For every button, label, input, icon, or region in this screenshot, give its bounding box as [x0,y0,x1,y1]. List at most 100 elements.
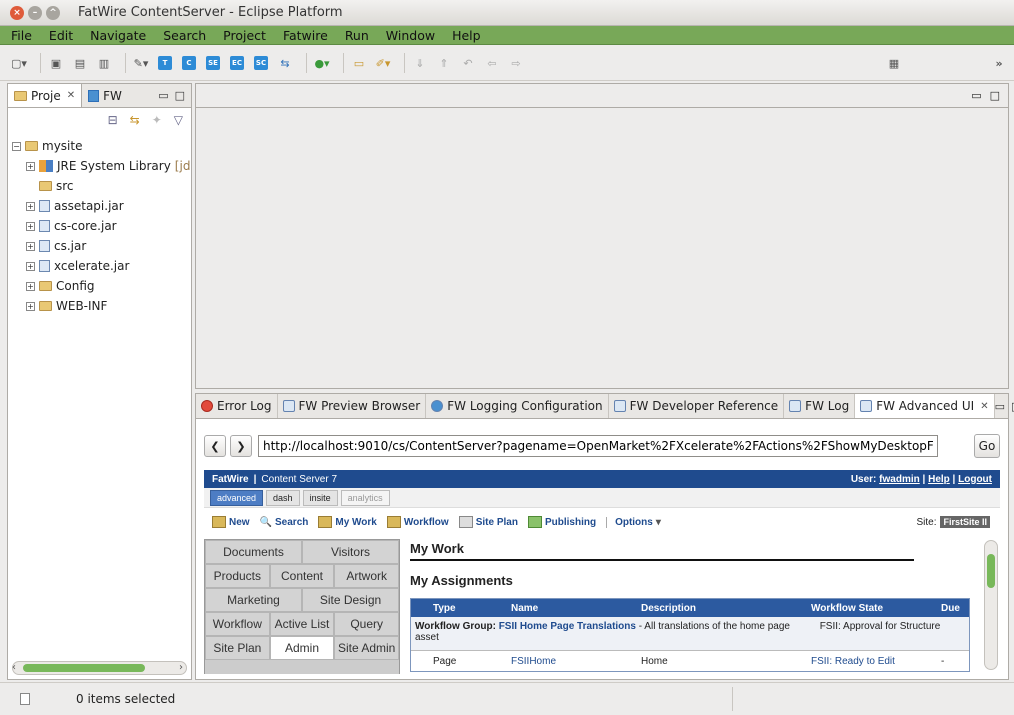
expand-icon[interactable]: + [26,261,35,271]
minimize-icon[interactable]: ▭ [995,400,1005,413]
nav-site-admin[interactable]: Site Admin [334,636,400,660]
expand-icon[interactable]: + [26,281,35,291]
row-state[interactable]: FSII: Ready to Edit [811,656,941,667]
menu-run[interactable]: Run [334,28,375,43]
minimize-window-button[interactable]: – [28,5,42,20]
table-row[interactable]: Page FSIIHome Home FSII: Ready to Edit - [411,651,969,671]
nav-admin[interactable]: Admin [269,636,335,660]
close-tab-icon[interactable]: ✕ [67,90,75,101]
link-editor-icon[interactable]: ⇆ [130,113,140,127]
maximize-window-button[interactable]: ^ [46,5,60,20]
tree-item[interactable]: + xcelerate.jar [8,256,191,276]
print-icon[interactable]: ▥ [95,54,113,72]
tab-fw[interactable]: FW [82,84,128,107]
nav-documents[interactable]: Documents [205,540,302,564]
help-link[interactable]: Help [928,474,950,485]
logout-link[interactable]: Logout [958,474,992,485]
tree-item[interactable]: + cs.jar [8,236,191,256]
tab-analytics[interactable]: analytics [340,489,390,506]
tab-project[interactable]: Proje ✕ [8,84,83,107]
go-button[interactable]: Go [974,434,1000,458]
minimize-icon[interactable]: ▭ [971,89,981,102]
prev-annotation-icon[interactable]: ⇑ [435,54,453,72]
site-plan-button[interactable]: Site Plan [458,516,518,528]
new-wizard-icon[interactable]: ▢▾ [10,54,28,72]
new-button[interactable]: New [212,516,250,528]
expand-icon[interactable]: + [26,201,35,211]
fw-sc-button[interactable]: SC [252,54,270,72]
menu-search[interactable]: Search [152,28,212,43]
nav-active-list[interactable]: Active List [269,612,335,636]
tab-preview-browser[interactable]: FW Preview Browser [278,394,427,418]
options-menu[interactable]: Options ▾ [606,516,661,528]
save-icon[interactable]: ▣ [47,54,65,72]
tab-insite[interactable]: insite [302,489,338,506]
tab-advanced-ui[interactable]: FW Advanced UI ✕ [855,394,995,418]
site-selector[interactable]: Site: FirstSite II [916,516,990,528]
save-all-icon[interactable]: ▤ [71,54,89,72]
expand-icon[interactable]: + [26,221,35,231]
nav-query[interactable]: Query [334,612,400,636]
view-menu-icon[interactable]: ▽ [174,113,183,127]
workflow-button[interactable]: Workflow [386,516,449,528]
forward-icon[interactable]: ⇨ [507,54,525,72]
tools-icon[interactable]: ✎▾ [132,54,150,72]
nav-visitors[interactable]: Visitors [302,540,399,564]
tree-item[interactable]: + assetapi.jar [8,196,191,216]
collapse-icon[interactable]: − [12,141,21,151]
expand-icon[interactable]: + [26,301,35,311]
tab-developer-reference[interactable]: FW Developer Reference [609,394,785,418]
scroll-right-icon[interactable]: › [179,662,183,673]
scroll-left-icon[interactable]: ‹ [12,662,16,673]
group-name-link[interactable]: FSII Home Page Translations [499,621,636,632]
tree-root[interactable]: − mysite [8,136,191,156]
nav-marketing[interactable]: Marketing [205,588,302,612]
tree-item[interactable]: + JRE System Library[jdk1 [8,156,191,176]
url-input[interactable] [258,435,938,457]
nav-products[interactable]: Products [205,564,270,588]
forward-button[interactable]: ❯ [230,435,252,457]
tree-item[interactable]: + Config [8,276,191,296]
tab-fw-log[interactable]: FW Log [784,394,856,418]
tab-dash[interactable]: dash [266,489,300,506]
tab-advanced[interactable]: advanced [210,489,264,506]
tab-error-log[interactable]: Error Log [196,394,278,418]
menu-fatwire[interactable]: Fatwire [272,28,334,43]
fw-t-button[interactable]: T [156,54,174,72]
tree-item[interactable]: + WEB-INF [8,296,191,316]
search-button[interactable]: 🔍 Search [260,517,309,528]
build-icon[interactable]: ✐▾ [374,54,392,72]
user-link[interactable]: fwadmin [879,474,920,485]
tree-item[interactable]: + cs-core.jar [8,216,191,236]
nav-site-design[interactable]: Site Design [302,588,399,612]
more-icon[interactable]: » [990,54,1008,72]
menu-window[interactable]: Window [375,28,441,43]
run-icon[interactable]: ●▾ [313,54,331,72]
menu-help[interactable]: Help [441,28,487,43]
sync-icon[interactable]: ⇆ [276,54,294,72]
collapse-all-icon[interactable]: ⊟ [108,113,118,127]
row-name-link[interactable]: FSIIHome [511,656,641,667]
scrollbar-thumb[interactable] [987,554,995,588]
open-perspective-icon[interactable]: ▦ [885,54,903,72]
tab-logging-config[interactable]: FW Logging Configuration [426,394,609,418]
focus-icon[interactable]: ✦ [152,113,162,127]
menu-file[interactable]: File [0,28,38,43]
expand-icon[interactable]: + [26,241,35,251]
menu-project[interactable]: Project [212,28,272,43]
close-window-button[interactable]: × [10,5,24,20]
maximize-icon[interactable]: □ [990,89,1000,102]
next-annotation-icon[interactable]: ⇓ [411,54,429,72]
last-edit-icon[interactable]: ↶ [459,54,477,72]
expand-icon[interactable]: + [26,161,35,171]
fw-ec-button[interactable]: EC [228,54,246,72]
publishing-button[interactable]: Publishing [527,516,596,528]
nav-artwork[interactable]: Artwork [334,564,400,588]
close-tab-icon[interactable]: ✕ [980,401,988,412]
open-folder-icon[interactable]: ▭ [350,54,368,72]
scrollbar-thumb[interactable] [23,664,145,672]
back-button[interactable]: ❮ [204,435,226,457]
maximize-icon[interactable]: □ [175,89,185,102]
minimize-icon[interactable]: ▭ [158,89,168,102]
tree-item[interactable]: src [8,176,191,196]
